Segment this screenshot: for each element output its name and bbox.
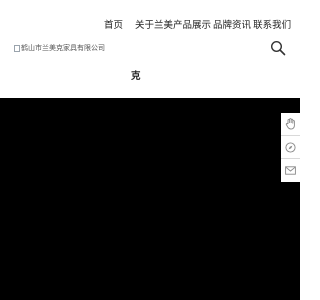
float-button-location[interactable]: [281, 136, 300, 159]
submenu-text: 克: [131, 71, 141, 82]
float-button-consult[interactable]: [281, 113, 300, 136]
page: 首页 关于兰美 产品展示 品牌资讯 联系我们 鹤山市兰美克家具有限公司 克: [0, 0, 300, 300]
nav-item-news[interactable]: 品牌资讯: [213, 17, 251, 31]
broken-image-icon: [14, 44, 20, 52]
nav-item-about[interactable]: 关于兰美: [135, 17, 173, 31]
main-nav: 首页 关于兰美 产品展示 品牌资讯 联系我们: [104, 17, 291, 31]
nav-item-home[interactable]: 首页: [104, 17, 123, 31]
compass-icon: [285, 141, 296, 153]
floating-sidebar: [281, 113, 300, 182]
nav-item-products[interactable]: 产品展示: [173, 17, 211, 31]
hero-banner: [0, 98, 300, 300]
logo-alt-text: 鹤山市兰美克家具有限公司: [21, 44, 105, 52]
float-button-mail[interactable]: [281, 159, 300, 182]
nav-item-contact[interactable]: 联系我们: [253, 17, 291, 31]
hand-icon: [285, 118, 295, 130]
search-icon[interactable]: [270, 40, 286, 56]
logo[interactable]: 鹤山市兰美克家具有限公司: [14, 43, 105, 53]
mail-icon: [285, 166, 296, 175]
